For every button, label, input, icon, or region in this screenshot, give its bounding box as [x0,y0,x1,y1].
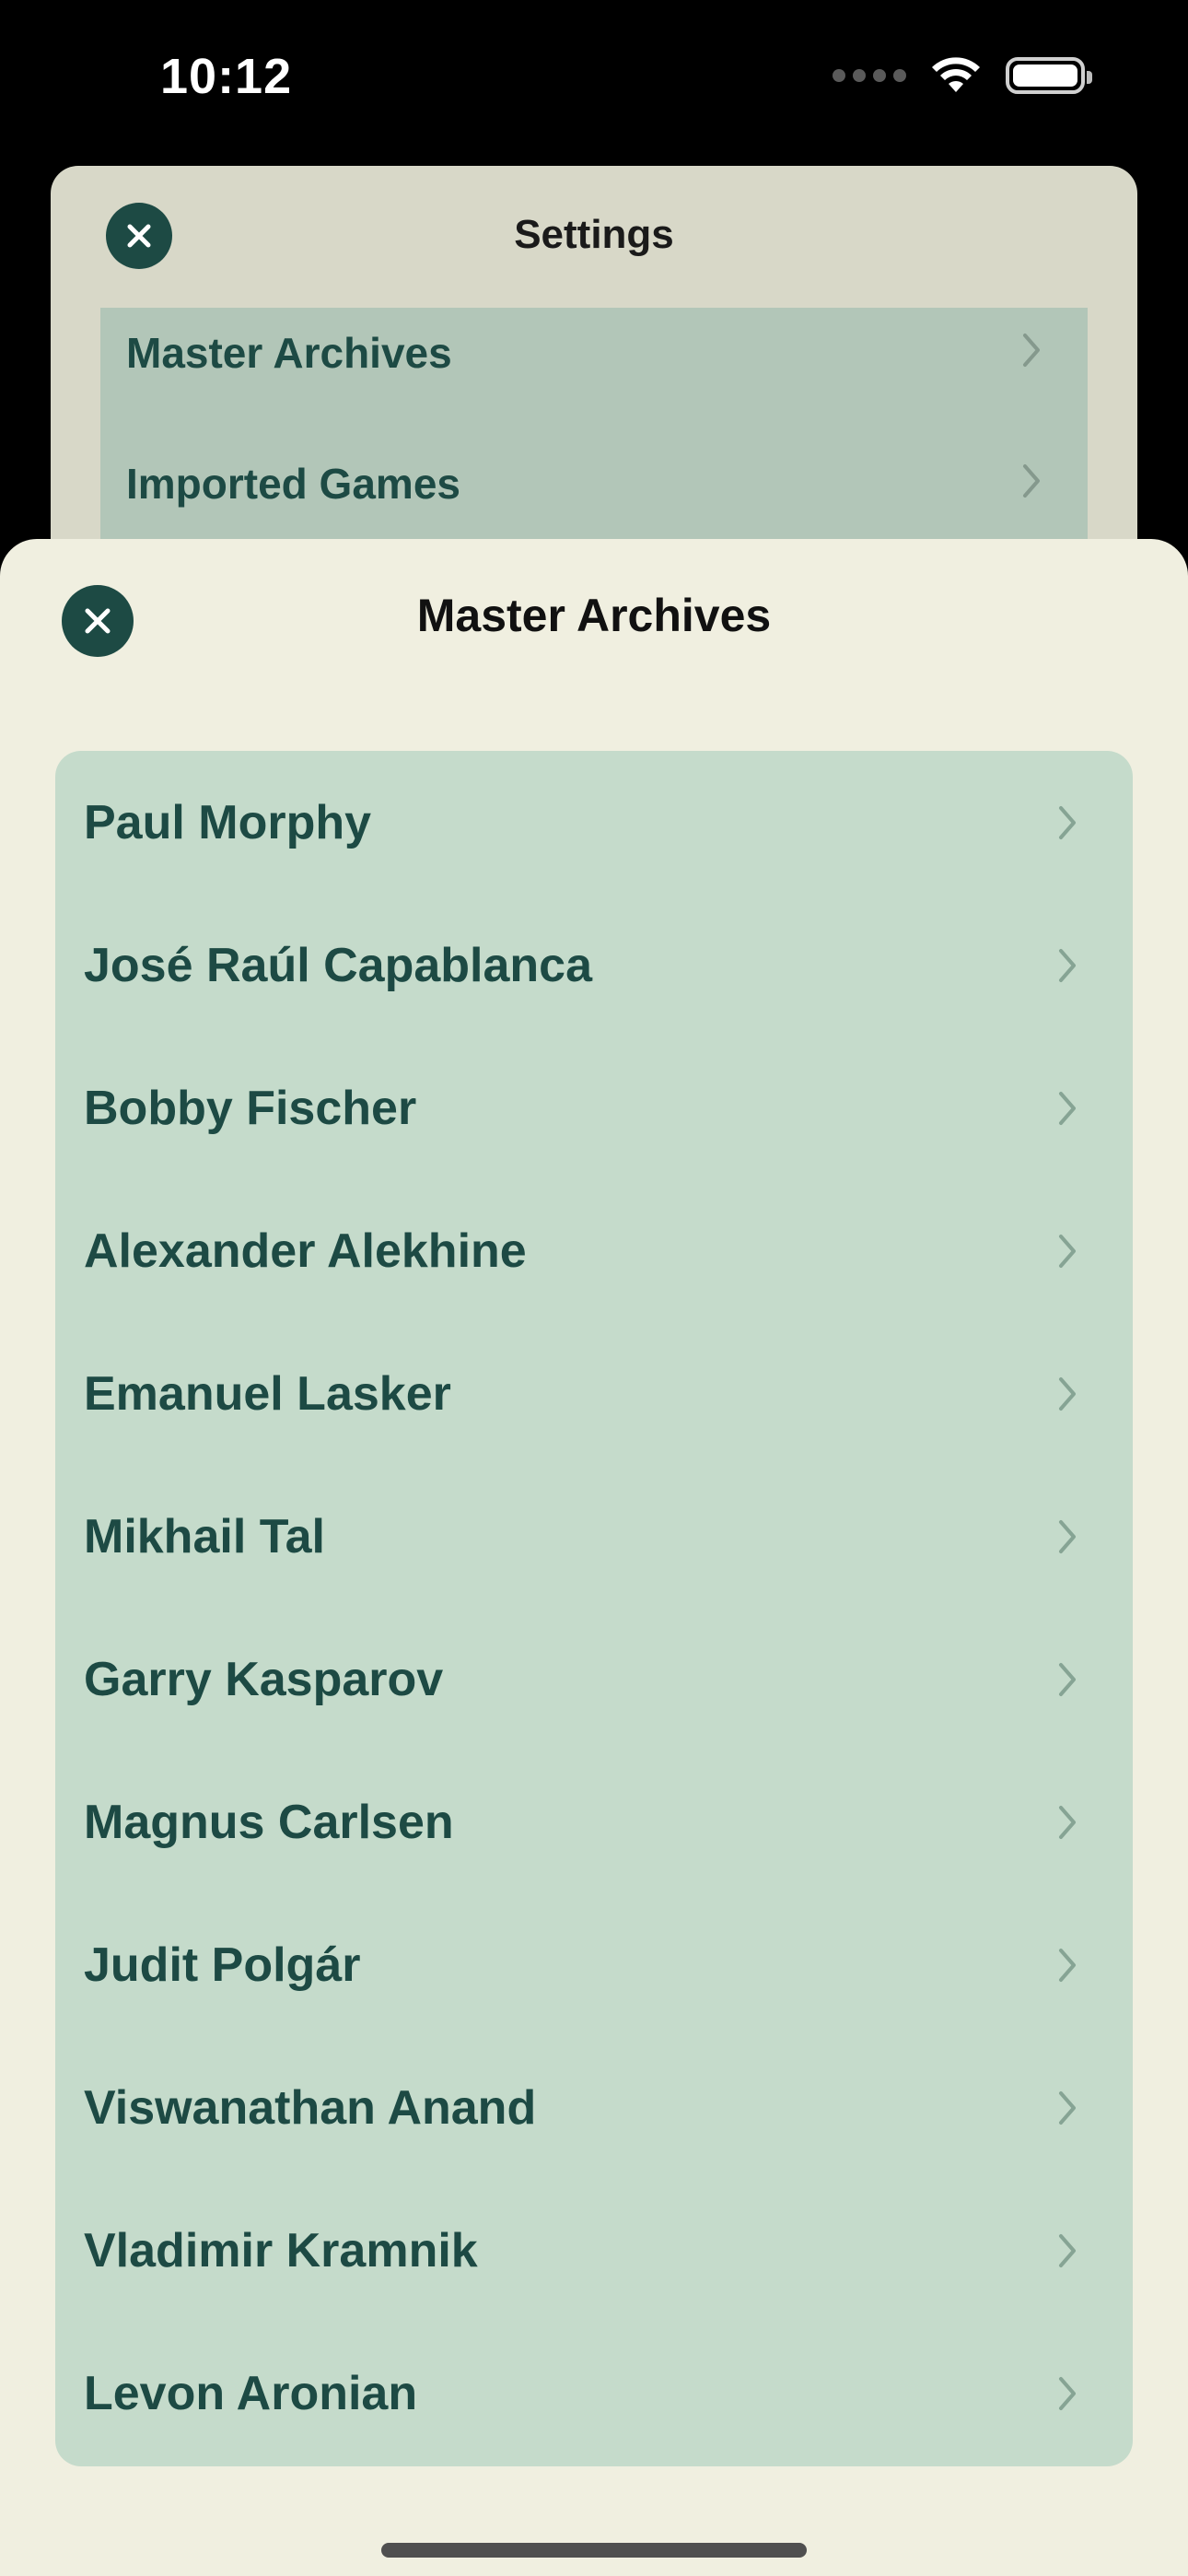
list-item-label: Magnus Carlsen [84,1795,454,1849]
chevron-right-icon [1059,1234,1076,1268]
list-item-jose-raul-capablanca[interactable]: José Raúl Capablanca [55,894,1133,1036]
home-indicator[interactable] [381,2543,807,2558]
chevron-right-icon [1059,948,1076,982]
chevron-right-icon [1059,2376,1076,2410]
chevron-right-icon [1059,1948,1076,1982]
master-archives-title: Master Archives [416,590,772,641]
list-item-alexander-alekhine[interactable]: Alexander Alekhine [55,1179,1133,1322]
list-item-paul-morphy[interactable]: Paul Morphy [55,751,1133,894]
list-item-emanuel-lasker[interactable]: Emanuel Lasker [55,1322,1133,1465]
chevron-right-icon [1059,1805,1076,1839]
chevron-right-icon [1059,1519,1076,1553]
list-item-label: Viswanathan Anand [84,2080,537,2135]
chevron-right-icon [1023,464,1040,498]
list-item-label: Paul Morphy [84,795,372,849]
status-time: 10:12 [160,49,293,104]
list-item-label: Judit Polgár [84,1938,361,1992]
chevron-right-icon [1059,1091,1076,1125]
status-icons [833,55,1092,96]
list-item-levon-aronian[interactable]: Levon Aronian [55,2322,1133,2465]
battery-icon [1006,57,1092,94]
list-item-label: Emanuel Lasker [84,1366,451,1421]
list-item-mikhail-tal[interactable]: Mikhail Tal [55,1465,1133,1608]
chevron-right-icon [1059,805,1076,839]
list-item-label: Vladimir Kramnik [84,2223,478,2277]
masters-list: Paul Morphy José Raúl Capablanca Bobby F… [55,751,1133,2466]
settings-item-master-archives[interactable]: Master Archives [100,243,1088,377]
screen: 10:12 Settings Master Archives Imported … [0,0,1188,2576]
list-item-label: Mikhail Tal [84,1509,325,1563]
chevron-right-icon [1023,334,1040,367]
list-item-judit-polgar[interactable]: Judit Polgár [55,1893,1133,2036]
chevron-right-icon [1059,1376,1076,1411]
list-item-label: Bobby Fischer [84,1081,417,1135]
list-item-label: José Raúl Capablanca [84,938,592,992]
list-item-label: Levon Aronian [84,2366,418,2420]
list-item-viswanathan-anand[interactable]: Viswanathan Anand [55,2036,1133,2179]
settings-item-label: Master Archives [126,329,452,377]
chevron-right-icon [1059,1662,1076,1696]
settings-item-imported-games[interactable]: Imported Games [100,374,1088,508]
list-item-magnus-carlsen[interactable]: Magnus Carlsen [55,1751,1133,1893]
list-item-bobby-fischer[interactable]: Bobby Fischer [55,1036,1133,1179]
master-archives-sheet: Master Archives Paul Morphy José Raúl Ca… [0,539,1188,2576]
wifi-icon [932,57,980,92]
settings-item-label: Imported Games [126,460,460,508]
cellular-signal-icon [833,69,906,82]
chevron-right-icon [1059,2233,1076,2267]
list-item-label: Garry Kasparov [84,1652,444,1706]
list-item-label: Alexander Alekhine [84,1224,527,1278]
chevron-right-icon [1059,2090,1076,2125]
status-bar: 10:12 [0,0,1188,157]
list-item-garry-kasparov[interactable]: Garry Kasparov [55,1608,1133,1751]
list-item-vladimir-kramnik[interactable]: Vladimir Kramnik [55,2179,1133,2322]
